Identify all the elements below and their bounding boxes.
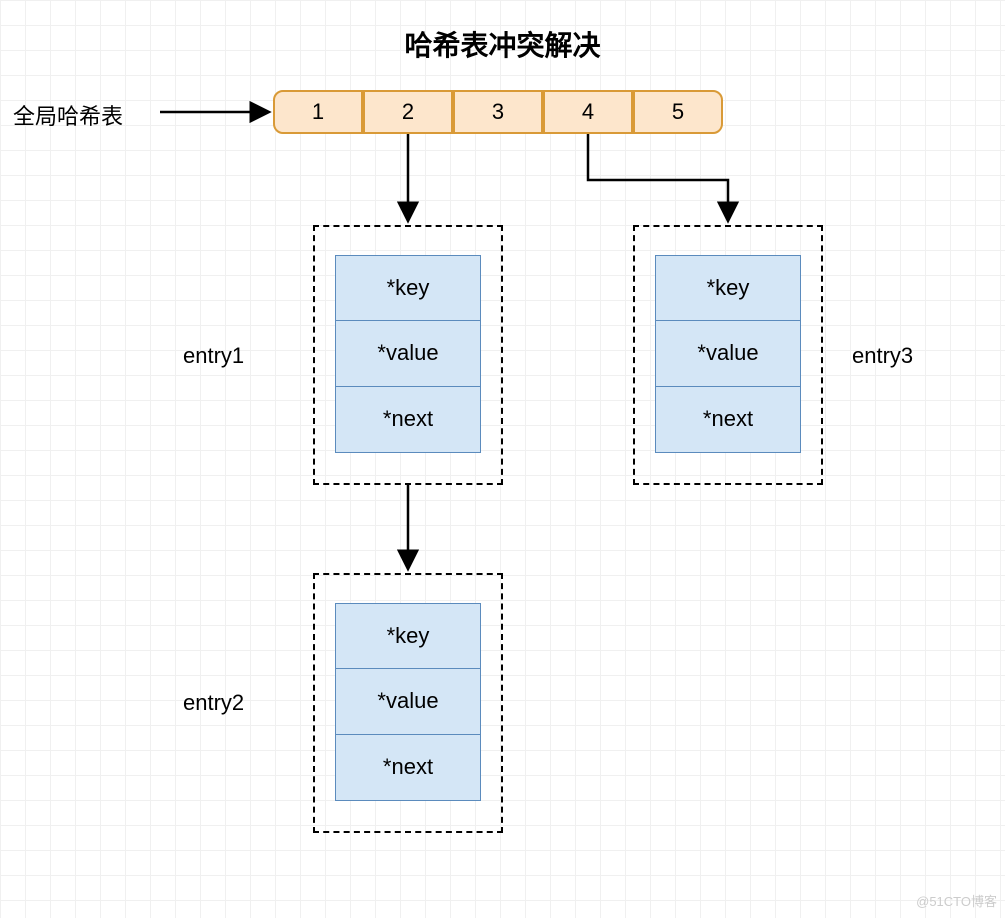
entry1-label: entry1 — [183, 343, 244, 369]
entry1-key: *key — [335, 255, 481, 321]
entry2-key: *key — [335, 603, 481, 669]
bucket-3: 3 — [453, 90, 543, 134]
entry3-next: *next — [655, 387, 801, 453]
bucket-4: 4 — [543, 90, 633, 134]
entry3-label: entry3 — [852, 343, 913, 369]
entry1-box: *key *value *next — [313, 225, 503, 485]
global-hash-label: 全局哈希表 — [13, 99, 123, 131]
entry3-value: *value — [655, 321, 801, 387]
bucket-5: 5 — [633, 90, 723, 134]
entry1-value: *value — [335, 321, 481, 387]
watermark: @51CTO博客 — [916, 891, 997, 910]
bucket-2: 2 — [363, 90, 453, 134]
entry3-box: *key *value *next — [633, 225, 823, 485]
bucket-1: 1 — [273, 90, 363, 134]
entry2-box: *key *value *next — [313, 573, 503, 833]
entry2-value: *value — [335, 669, 481, 735]
entry3-key: *key — [655, 255, 801, 321]
entry2-label: entry2 — [183, 690, 244, 716]
entry1-next: *next — [335, 387, 481, 453]
diagram-title: 哈希表冲突解决 — [0, 24, 1005, 64]
entry2-next: *next — [335, 735, 481, 801]
